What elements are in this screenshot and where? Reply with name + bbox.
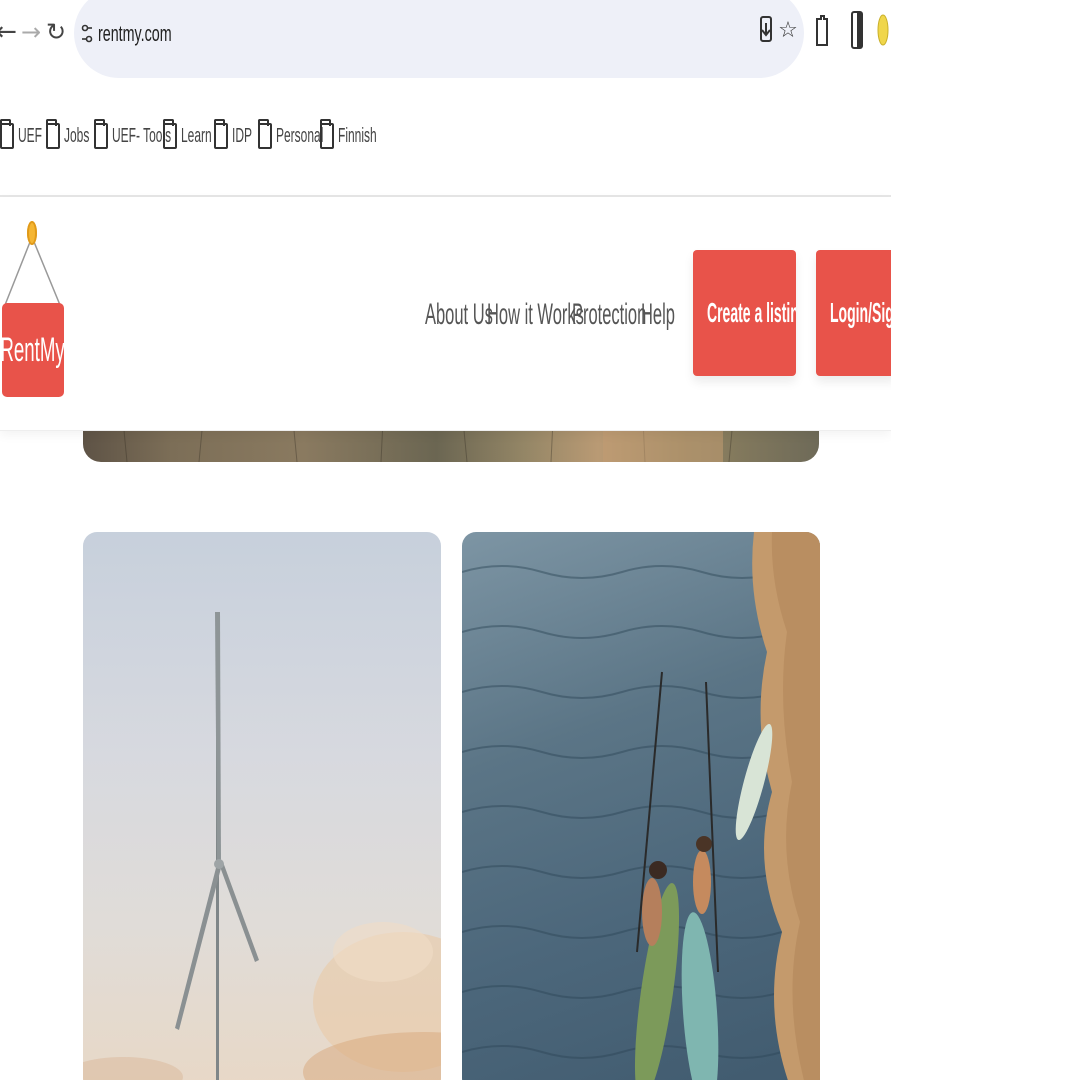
- paddleboard-illustration: [462, 532, 820, 1080]
- logo-pin-icon: [27, 221, 37, 245]
- install-app-icon[interactable]: [758, 10, 774, 50]
- login-signup-button[interactable]: Login/Sign u: [816, 250, 891, 376]
- reload-icon[interactable]: ↻: [46, 10, 66, 54]
- nav-help[interactable]: Help: [641, 293, 675, 337]
- create-listing-label: Create a listing: [707, 297, 796, 328]
- url-text[interactable]: rentmy.com: [98, 16, 172, 52]
- folder-icon: [214, 119, 228, 149]
- bookmark-star-icon[interactable]: ☆: [778, 10, 798, 50]
- browser-viewport: ← → ↻ rentmy.com ☆ UEF Jobs UEF- Tools L…: [0, 0, 891, 1080]
- login-signup-label: Login/Sign u: [830, 297, 891, 328]
- wind-turbine-image[interactable]: [83, 532, 441, 1080]
- nav-protection[interactable]: Protection: [572, 293, 646, 337]
- wind-turbine-illustration: [83, 612, 441, 1080]
- rentmy-logo[interactable]: RentMy: [0, 303, 66, 397]
- nav-about-us[interactable]: About Us: [425, 293, 493, 337]
- paddleboard-image[interactable]: [462, 532, 820, 1080]
- folder-icon: [0, 119, 14, 149]
- folder-icon: [94, 119, 108, 149]
- site-header: RentMy About Us How it Works Protection …: [0, 197, 891, 431]
- forward-arrow-icon[interactable]: →: [21, 10, 41, 54]
- folder-icon: [258, 119, 272, 149]
- bookmark-finnish[interactable]: Finnish: [320, 112, 402, 160]
- logo-text: RentMy: [0, 330, 66, 369]
- bookmarks-bar: UEF Jobs UEF- Tools Learn IDP Personal F…: [0, 112, 891, 160]
- back-arrow-icon[interactable]: ←: [0, 10, 17, 54]
- folder-icon: [163, 119, 177, 149]
- create-listing-button[interactable]: Create a listing: [693, 250, 796, 376]
- folder-icon: [46, 119, 60, 149]
- logo-hanger: [4, 236, 61, 306]
- address-bar[interactable]: [74, 0, 804, 78]
- folder-icon: [320, 119, 334, 149]
- extensions-icon[interactable]: [814, 10, 830, 50]
- nav-how-it-works[interactable]: How it Works: [487, 293, 584, 337]
- profile-icon[interactable]: [876, 10, 890, 50]
- sidebar-icon[interactable]: [850, 10, 864, 50]
- site-info-icon[interactable]: [78, 14, 96, 54]
- browser-toolbar: ← → ↻ rentmy.com ☆: [0, 0, 891, 90]
